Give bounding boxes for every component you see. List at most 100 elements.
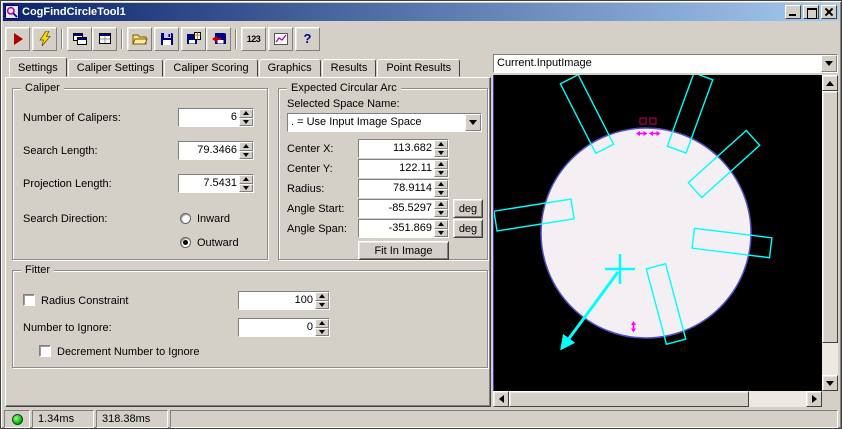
- spin-up-button[interactable]: [434, 200, 448, 209]
- spin-up-button[interactable]: [434, 140, 448, 149]
- number-to-ignore-input[interactable]: 0: [238, 318, 330, 337]
- number-of-calipers-value[interactable]: 6: [179, 109, 239, 126]
- new-view-button[interactable]: [92, 26, 117, 51]
- maximize-button[interactable]: [803, 5, 819, 19]
- search-length-input[interactable]: 79.3466: [178, 141, 254, 160]
- scroll-left-button[interactable]: [493, 391, 509, 407]
- selected-space-selector[interactable]: . = Use Input Image Space: [287, 113, 482, 132]
- window-icon: [5, 5, 19, 19]
- run-button[interactable]: [5, 26, 30, 51]
- chevron-up-icon: [243, 177, 249, 182]
- horizontal-scrollbar[interactable]: [493, 391, 822, 407]
- spin-up-button[interactable]: [239, 109, 253, 118]
- inward-radio[interactable]: [180, 213, 191, 224]
- chevron-down-icon: [319, 329, 325, 334]
- tab-settings[interactable]: Settings: [9, 57, 67, 77]
- spin-down-button[interactable]: [434, 188, 448, 197]
- fitter-group-title: Fitter: [21, 264, 55, 276]
- number-format-button[interactable]: 123: [241, 26, 266, 51]
- inward-radio-label[interactable]: Inward: [197, 213, 230, 225]
- run-status-led-icon: [11, 413, 23, 425]
- chevron-down-icon: [438, 150, 444, 155]
- vertical-scroll-thumb[interactable]: [822, 91, 838, 343]
- radius-constraint-label[interactable]: Radius Constraint: [41, 295, 128, 307]
- scroll-down-button[interactable]: [822, 375, 838, 391]
- tab-caliper-scoring[interactable]: Caliper Scoring: [164, 59, 258, 77]
- fit-in-image-button[interactable]: Fit In Image: [358, 241, 449, 260]
- center-y-value[interactable]: 122.11: [359, 160, 434, 177]
- spin-down-button[interactable]: [315, 300, 329, 309]
- help-button[interactable]: [295, 26, 320, 51]
- chart-button[interactable]: [268, 26, 293, 51]
- projection-length-input[interactable]: 7.5431: [178, 174, 254, 193]
- angle-span-deg-button[interactable]: deg: [453, 219, 483, 238]
- radius-constraint-value[interactable]: 100: [239, 292, 315, 309]
- decrement-number-checkbox[interactable]: [39, 345, 51, 357]
- spin-up-button[interactable]: [315, 292, 329, 301]
- spin-down-button[interactable]: [434, 168, 448, 177]
- outward-radio[interactable]: [180, 237, 191, 248]
- selected-space-value: . = Use Input Image Space: [291, 116, 422, 128]
- minimize-button[interactable]: [785, 5, 801, 19]
- number-to-ignore-value[interactable]: 0: [239, 319, 315, 336]
- spin-down-button[interactable]: [434, 228, 448, 237]
- angle-span-value[interactable]: -351.869: [359, 220, 434, 237]
- radius-constraint-checkbox[interactable]: [23, 294, 35, 306]
- spin-up-button[interactable]: [315, 319, 329, 328]
- tab-point-results[interactable]: Point Results: [377, 59, 461, 77]
- number-of-calipers-input[interactable]: 6: [178, 108, 254, 127]
- chevron-down-icon: [243, 119, 249, 124]
- center-y-input[interactable]: 122.11: [358, 159, 449, 178]
- scroll-up-button[interactable]: [822, 75, 838, 91]
- scroll-right-button[interactable]: [806, 391, 822, 407]
- outward-radio-label[interactable]: Outward: [197, 237, 239, 249]
- tab-caliper-settings[interactable]: Caliper Settings: [67, 59, 164, 77]
- radius-constraint-input[interactable]: 100: [238, 291, 330, 310]
- save-button[interactable]: [154, 26, 179, 51]
- horizontal-scroll-thumb[interactable]: [509, 391, 749, 407]
- vertical-scrollbar[interactable]: [822, 75, 838, 391]
- tab-results[interactable]: Results: [321, 59, 377, 77]
- spin-down-button[interactable]: [239, 150, 253, 159]
- status-message-cell: [170, 410, 838, 428]
- spin-down-button[interactable]: [434, 208, 448, 217]
- chevron-up-icon: [243, 144, 249, 149]
- spin-up-button[interactable]: [239, 175, 253, 184]
- float-window-button[interactable]: [67, 26, 92, 51]
- radius-value[interactable]: 78.9114: [359, 180, 434, 197]
- dropdown-button[interactable]: [465, 114, 481, 131]
- spinner-buttons: [315, 319, 329, 336]
- titlebar[interactable]: CogFindCircleTool1: [3, 3, 839, 21]
- chevron-down-icon: [438, 210, 444, 215]
- spin-up-button[interactable]: [434, 180, 448, 189]
- spin-up-button[interactable]: [239, 142, 253, 151]
- angle-start-value[interactable]: -85.5297: [359, 200, 434, 217]
- decrement-number-label[interactable]: Decrement Number to Ignore: [57, 346, 199, 358]
- angle-span-input[interactable]: -351.869: [358, 219, 449, 238]
- angle-start-deg-button[interactable]: deg: [453, 199, 483, 218]
- spin-down-button[interactable]: [315, 327, 329, 336]
- tab-graphics[interactable]: Graphics: [258, 59, 321, 77]
- spinner-buttons: [239, 142, 253, 159]
- spin-down-button[interactable]: [434, 148, 448, 157]
- image-source-selector[interactable]: Current.InputImage: [493, 54, 838, 73]
- dropdown-button[interactable]: [821, 55, 837, 72]
- image-canvas[interactable]: [493, 75, 822, 391]
- spin-down-button[interactable]: [239, 117, 253, 126]
- spin-down-button[interactable]: [239, 183, 253, 192]
- center-x-value[interactable]: 113.682: [359, 140, 434, 157]
- live-run-button[interactable]: [32, 26, 57, 51]
- radius-input[interactable]: 78.9114: [358, 179, 449, 198]
- save-image-button[interactable]: [181, 26, 206, 51]
- close-button[interactable]: [821, 5, 837, 19]
- search-direction-label: Search Direction:: [23, 213, 108, 225]
- search-length-value[interactable]: 79.3466: [179, 142, 239, 159]
- center-x-input[interactable]: 113.682: [358, 139, 449, 158]
- angle-start-input[interactable]: -85.5297: [358, 199, 449, 218]
- import-button[interactable]: [206, 26, 231, 51]
- projection-length-value[interactable]: 7.5431: [179, 175, 239, 192]
- chevron-down-icon: [469, 120, 477, 125]
- open-button[interactable]: [127, 26, 152, 51]
- spin-up-button[interactable]: [434, 220, 448, 229]
- spin-up-button[interactable]: [434, 160, 448, 169]
